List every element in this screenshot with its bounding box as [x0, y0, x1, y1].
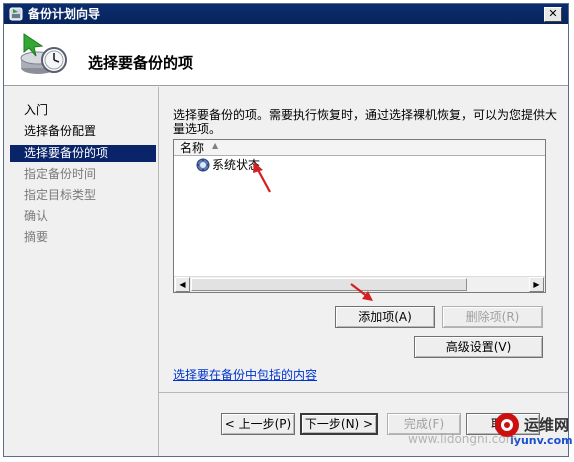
watermark-url: www.lidongni.com — [408, 432, 518, 446]
step-select-items[interactable]: 选择要备份的项 — [10, 145, 156, 162]
wizard-content: 选择要备份的项。需要执行恢复时，通过选择裸机恢复，可以为您提供大量选项。 名称 … — [158, 87, 568, 456]
backup-app-icon — [9, 7, 23, 21]
footer-divider — [159, 392, 568, 393]
backup-wizard-window: 备份计划向导 ✕ 选择要备份的项 入门 选择备份配置 选择要备份的项 指定备份时… — [3, 3, 569, 457]
list-item-label: 系统状态 — [212, 158, 261, 172]
close-button[interactable]: ✕ — [544, 7, 562, 22]
horizontal-scrollbar[interactable]: ◀ ▶ — [174, 276, 545, 292]
scroll-right-icon[interactable]: ▶ — [529, 277, 544, 292]
page-title: 选择要备份的项 — [88, 54, 194, 72]
scroll-thumb[interactable] — [191, 278, 467, 291]
page-description: 选择要备份的项。需要执行恢复时，通过选择裸机恢复，可以为您提供大量选项。 — [173, 108, 558, 136]
advanced-settings-button[interactable]: 高级设置(V) — [414, 336, 543, 358]
watermark-site-name: 运维网 — [524, 416, 570, 434]
step-select-backup-config[interactable]: 选择备份配置 — [10, 123, 156, 140]
step-specify-time: 指定备份时间 — [24, 167, 97, 181]
sort-ascending-icon: ▲ — [212, 141, 219, 150]
wizard-steps-sidebar: 入门 选择备份配置 选择要备份的项 指定备份时间 指定目标类型 确认 摘要 — [4, 87, 156, 456]
remove-items-button[interactable]: 删除项(R) — [442, 306, 543, 328]
window-title: 备份计划向导 — [28, 7, 101, 21]
backup-items-list[interactable]: 名称 ▲ 系统状态 ◀ ▶ — [173, 139, 546, 293]
back-button[interactable]: < 上一步(P) — [221, 413, 295, 435]
backup-wizard-icon — [20, 33, 67, 74]
scroll-left-icon[interactable]: ◀ — [175, 277, 190, 292]
step-specify-destination: 指定目标类型 — [24, 188, 97, 202]
help-link[interactable]: 选择要在备份中包括的内容 — [173, 368, 317, 382]
list-header: 名称 ▲ — [174, 140, 545, 156]
step-confirm: 确认 — [24, 209, 49, 223]
system-state-icon — [196, 158, 210, 172]
title-bar: 备份计划向导 ✕ — [4, 4, 568, 24]
watermark-domain: iyunv.com — [510, 434, 573, 447]
add-items-button[interactable]: 添加项(A) — [335, 306, 435, 328]
watermark: 运维网 iyunv.com www.lidongni.com — [408, 410, 573, 456]
wizard-header: 选择要备份的项 — [4, 24, 568, 86]
step-getting-started[interactable]: 入门 — [10, 102, 156, 119]
step-summary: 摘要 — [24, 230, 49, 244]
column-header-name[interactable]: 名称 — [180, 141, 204, 155]
next-button[interactable]: 下一步(N) > — [300, 413, 378, 435]
